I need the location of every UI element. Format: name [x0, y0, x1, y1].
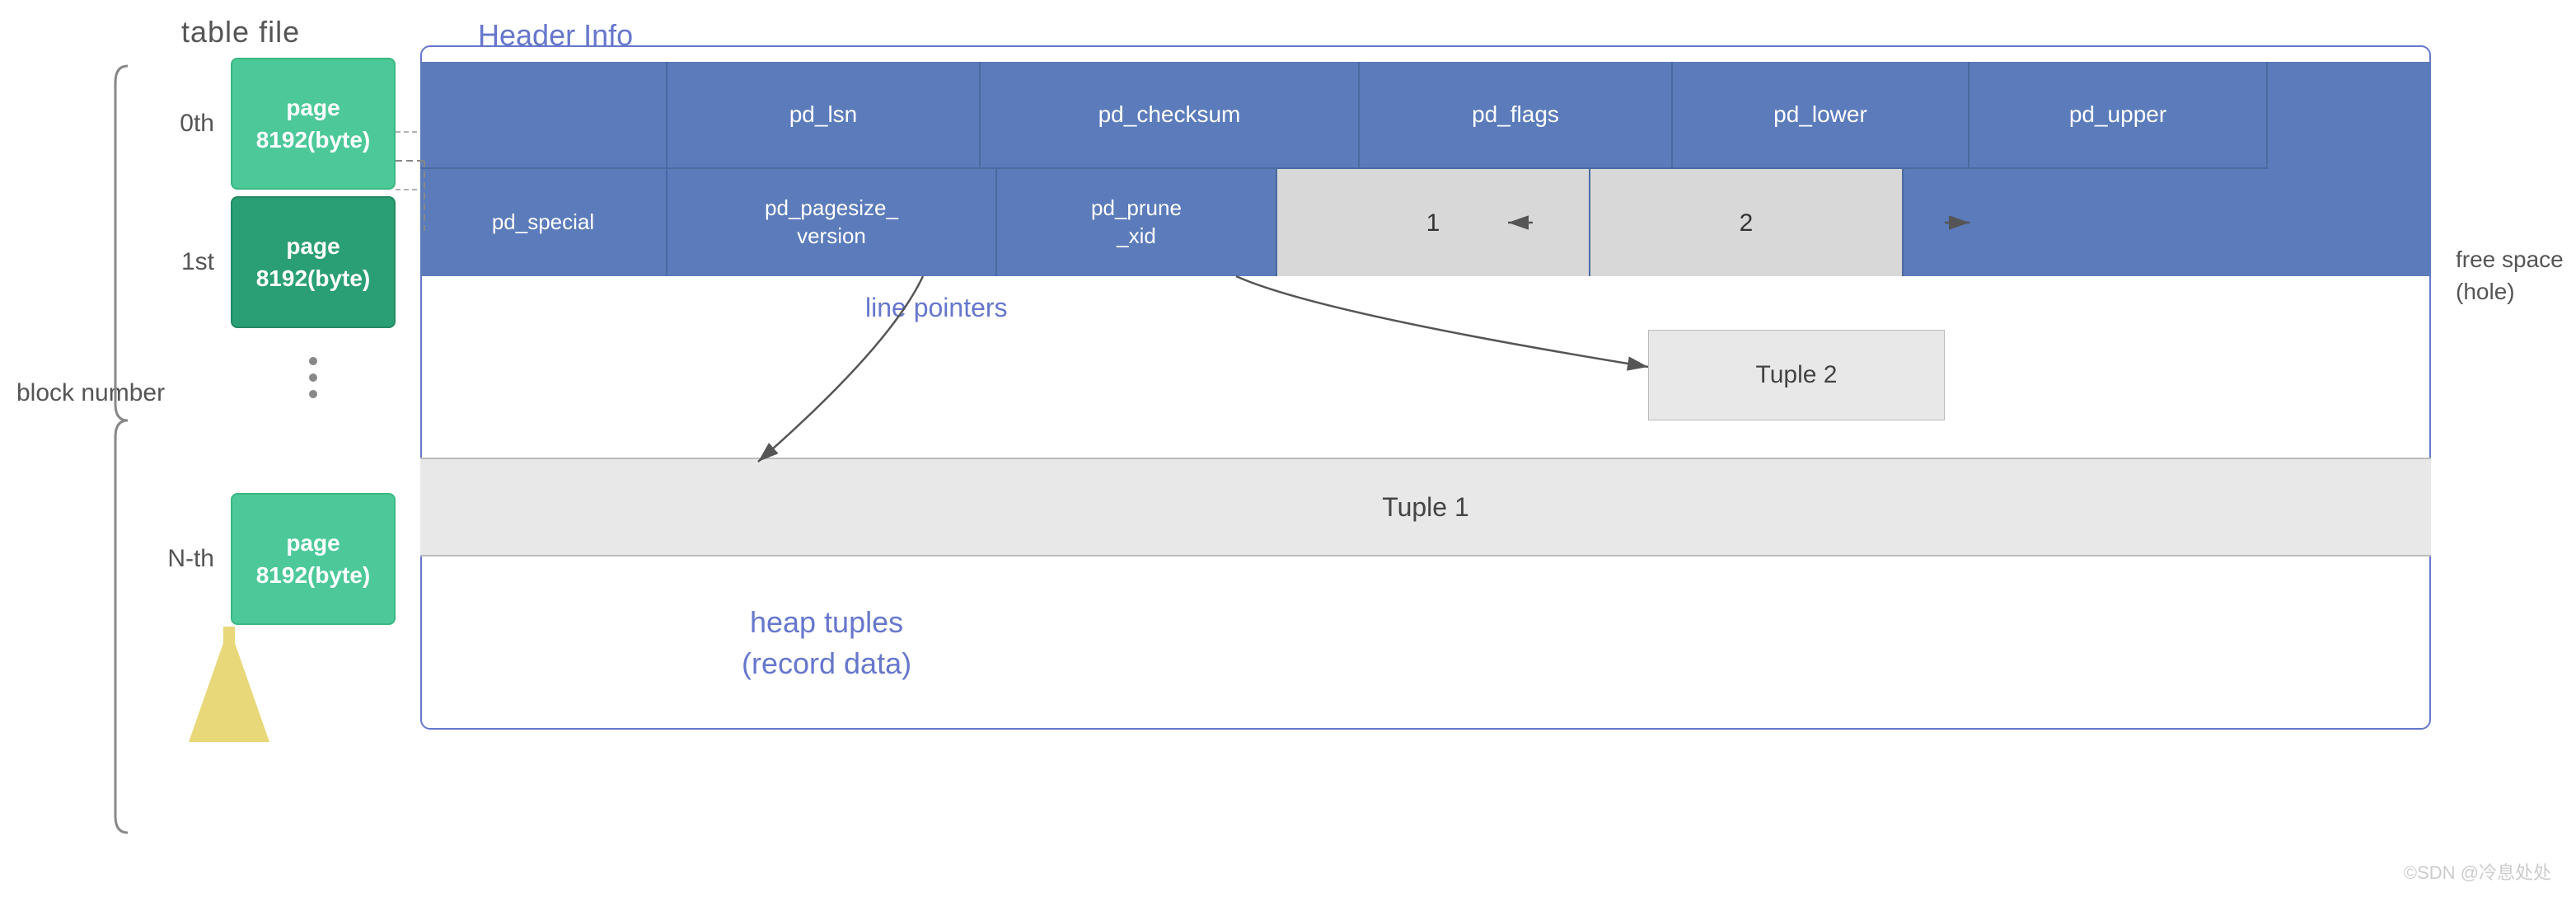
- subheader-cell-pd-pagesize: pd_pagesize_ version: [667, 169, 997, 276]
- header-cell-pd-lower: pd_lower: [1673, 62, 1969, 169]
- diagram-container: table file block number 0th page 8192(by…: [0, 0, 2576, 897]
- page-row-0th: 0th page 8192(byte): [148, 58, 396, 190]
- page-block-nth-line2: 8192(byte): [256, 559, 371, 591]
- header-cell-pd-upper: pd_upper: [1969, 62, 2266, 169]
- heap-tuples-label: heap tuples(record data): [742, 602, 911, 685]
- table-file-label: table file: [181, 15, 300, 49]
- page-label-nth: N-th: [148, 545, 214, 573]
- pages-column: 0th page 8192(byte) 1st page 8192(byte): [148, 58, 396, 625]
- header-info-label: Header Info: [478, 18, 633, 53]
- dot-2: [309, 373, 317, 382]
- header-cell-gap: [420, 62, 667, 169]
- page-block-1st-line2: 8192(byte): [256, 262, 371, 294]
- subheader-cell-2: 2: [1590, 169, 1904, 276]
- tuple1-row: Tuple 1: [420, 458, 2431, 557]
- dot-1: [309, 357, 317, 365]
- dot-3: [309, 390, 317, 398]
- page-block-1st: page 8192(byte): [231, 196, 396, 328]
- page-block-nth: page 8192(byte): [231, 493, 396, 625]
- page-label-0th: 0th: [148, 110, 214, 138]
- page-row-nth: N-th page 8192(byte): [148, 493, 396, 625]
- subheader-row: pd_special pd_pagesize_ version pd_prune…: [420, 169, 2431, 276]
- dots-area: [231, 328, 396, 427]
- page-block-0th-line2: 8192(byte): [256, 124, 371, 156]
- arrow-up-container: [231, 427, 396, 493]
- header-row: pd_lsn pd_checksum pd_flags pd_lower pd_…: [420, 62, 2431, 169]
- header-cell-extra: [2266, 62, 2431, 169]
- tuple2-box: Tuple 2: [1648, 330, 1945, 420]
- page-row-1st: 1st page 8192(byte): [148, 196, 396, 328]
- subheader-cell-pd-prune: pd_prune _xid: [997, 169, 1277, 276]
- page-block-0th-line1: page: [286, 92, 340, 124]
- free-space-label: free space(hole): [2456, 243, 2564, 308]
- header-cell-pd-lsn: pd_lsn: [667, 62, 981, 169]
- page-block-nth-line1: page: [286, 527, 340, 559]
- subheader-cell-empty: [1904, 169, 2431, 276]
- header-cell-pd-flags: pd_flags: [1360, 62, 1673, 169]
- page-block-1st-line1: page: [286, 230, 340, 262]
- page-label-1st: 1st: [148, 248, 214, 276]
- page-block-0th: page 8192(byte): [231, 58, 396, 190]
- block-number-label: block number: [16, 379, 165, 407]
- subheader-cell-pd-special: pd_special: [420, 169, 667, 276]
- subheader-cell-1: 1: [1277, 169, 1590, 276]
- line-pointers-label: line pointers: [865, 293, 1008, 323]
- header-cell-pd-checksum: pd_checksum: [981, 62, 1360, 169]
- watermark: ©SDN @冷息处处: [2404, 858, 2551, 885]
